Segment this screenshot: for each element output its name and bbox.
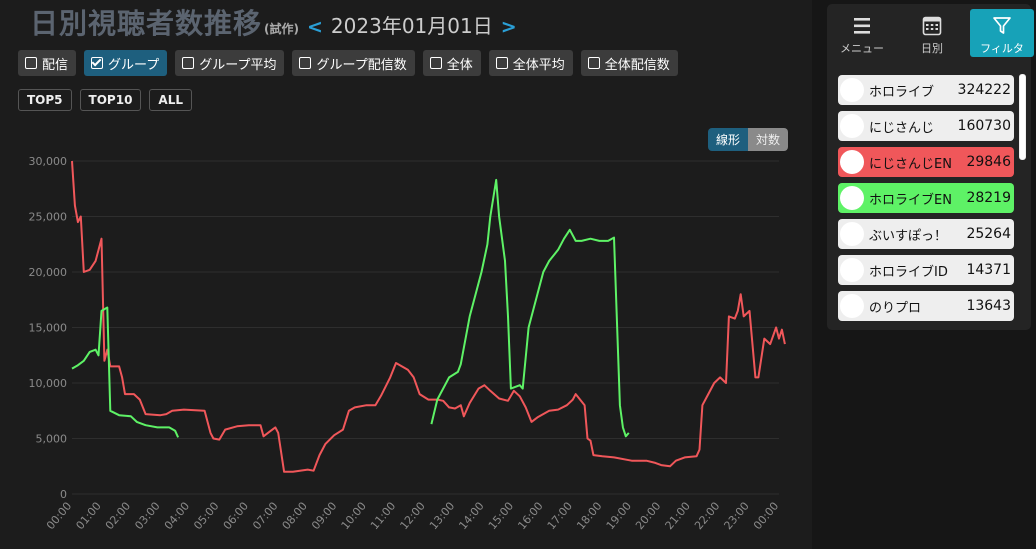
- x-tick-label: 23:00: [722, 500, 752, 533]
- group-name: ぶいすぽっ！: [869, 228, 948, 244]
- list-scrollbar[interactable]: [1019, 74, 1026, 160]
- x-tick-label: 13:00: [427, 500, 457, 533]
- x-tick-label: 09:00: [309, 500, 339, 533]
- group-name: にじさんじEN: [869, 156, 952, 172]
- x-tick-label: 14:00: [456, 500, 486, 533]
- calendar-icon: [922, 16, 942, 36]
- menu-button[interactable]: メニュー: [830, 9, 894, 57]
- x-tick-label: 15:00: [486, 500, 516, 533]
- series-line-0: [71, 160, 786, 473]
- group-list-item[interactable]: ホロライブEN 28219: [838, 183, 1014, 213]
- group-name: のりプロ: [869, 300, 922, 316]
- x-tick-label: 10:00: [339, 500, 369, 533]
- x-tick-label: 01:00: [73, 500, 103, 533]
- x-tick-label: 00:00: [751, 500, 781, 533]
- group-logo-icon: [840, 294, 864, 318]
- group-name: ホロライブID: [869, 264, 948, 280]
- log-scale-button[interactable]: 対数: [748, 128, 789, 151]
- group-viewer-count: 28219: [966, 190, 1011, 206]
- scale-toggle: 線形 対数: [708, 128, 789, 151]
- group-logo-icon: [840, 114, 864, 138]
- group-viewer-count: 29846: [966, 154, 1011, 170]
- filter-label: フィルタ: [980, 42, 1024, 55]
- y-tick-label: 20,000: [29, 266, 68, 279]
- x-tick-label: 16:00: [515, 500, 545, 533]
- x-tick-label: 04:00: [162, 500, 192, 533]
- group-list-item[interactable]: にじさんじEN 29846: [838, 147, 1014, 177]
- group-name: ホロライブEN: [869, 192, 952, 208]
- y-tick-label: 5,000: [36, 433, 68, 446]
- y-tick-label: 15,000: [29, 322, 68, 335]
- side-menu: メニュー 日別 フィルタ: [827, 4, 1034, 60]
- group-name: にじさんじ: [869, 120, 935, 136]
- y-tick-label: 30,000: [29, 155, 68, 168]
- group-list-item[interactable]: ぶいすぽっ！ 25264: [838, 219, 1014, 249]
- group-list-item[interactable]: にじさんじ 160730: [838, 111, 1014, 141]
- x-tick-label: 19:00: [604, 500, 634, 533]
- y-tick-label: 25,000: [29, 211, 68, 224]
- menu-icon: [854, 18, 870, 34]
- group-viewer-count: 13643: [966, 298, 1011, 314]
- x-tick-label: 22:00: [692, 500, 722, 533]
- series-line-1: [71, 178, 630, 438]
- x-tick-label: 12:00: [397, 500, 427, 533]
- filter-icon: [993, 17, 1011, 34]
- group-list: ホロライブ 324222 にじさんじ 160730 にじさんじEN 29846 ホロライブE…: [838, 75, 1014, 327]
- group-list-item[interactable]: ホロライブ 324222: [838, 75, 1014, 105]
- group-logo-icon: [840, 78, 864, 102]
- group-logo-icon: [840, 258, 864, 282]
- group-logo-icon: [840, 186, 864, 210]
- group-viewer-count: 25264: [966, 226, 1011, 242]
- group-logo-icon: [840, 222, 864, 246]
- linear-scale-button[interactable]: 線形: [708, 128, 749, 151]
- x-tick-label: 20:00: [633, 500, 663, 533]
- filter-button[interactable]: フィルタ: [970, 9, 1034, 57]
- group-viewer-count: 324222: [957, 82, 1011, 98]
- group-viewer-count: 14371: [966, 262, 1011, 278]
- x-tick-label: 05:00: [191, 500, 221, 533]
- x-tick-label: 11:00: [368, 500, 398, 533]
- x-tick-label: 03:00: [132, 500, 162, 533]
- menu-label: メニュー: [840, 42, 884, 55]
- x-tick-label: 08:00: [280, 500, 310, 533]
- y-tick-label: 10,000: [29, 377, 68, 390]
- x-tick-label: 00:00: [44, 500, 74, 533]
- x-tick-label: 18:00: [574, 500, 604, 533]
- group-name: ホロライブ: [869, 84, 935, 100]
- x-tick-label: 06:00: [221, 500, 251, 533]
- group-list-item[interactable]: ホロライブID 14371: [838, 255, 1014, 285]
- daily-button[interactable]: 日別: [900, 9, 964, 57]
- group-list-item[interactable]: のりプロ 13643: [838, 291, 1014, 321]
- x-tick-label: 17:00: [545, 500, 575, 533]
- x-tick-label: 07:00: [250, 500, 280, 533]
- x-tick-label: 02:00: [103, 500, 133, 533]
- x-tick-label: 21:00: [663, 500, 693, 533]
- side-panel: メニュー 日別 フィルタ ホロライブ 324222 にじさんじ 160730 にじさんじ…: [827, 4, 1034, 330]
- group-viewer-count: 160730: [957, 118, 1011, 134]
- group-logo-icon: [840, 150, 864, 174]
- daily-label: 日別: [921, 42, 943, 55]
- viewer-chart: 05,00010,00015,00020,00025,00030,00000:0…: [29, 155, 786, 533]
